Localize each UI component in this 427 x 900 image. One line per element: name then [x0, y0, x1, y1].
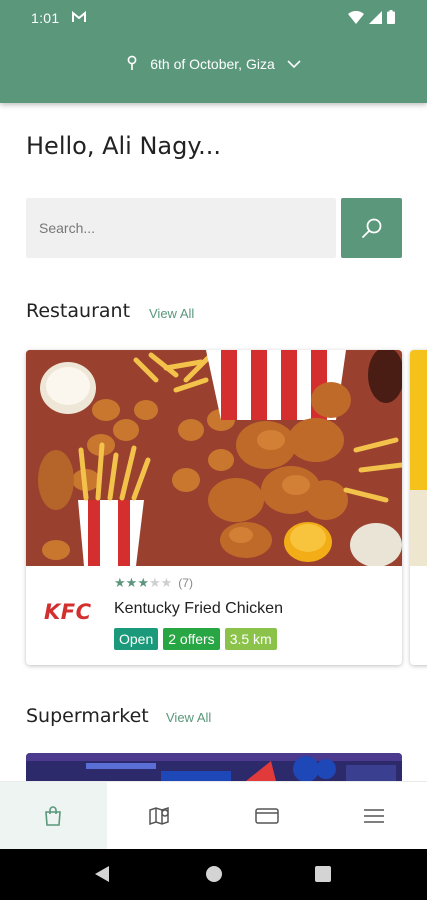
wifi-icon — [348, 10, 364, 24]
nav-map[interactable] — [107, 782, 214, 849]
status-time: 1:01 — [31, 10, 60, 26]
chevron-down-icon — [287, 56, 301, 72]
restaurant-card[interactable]: KFC ★★★★★ (7) Kentucky Fried Chicken Ope… — [26, 350, 402, 665]
recents-icon[interactable] — [315, 866, 331, 882]
signal-icon — [369, 10, 382, 24]
next-card-image — [410, 350, 427, 490]
gmail-icon — [72, 10, 86, 28]
offers-badge: 2 offers — [163, 628, 220, 650]
app-screen: 1:01 6th of October, Giza Hello, Ali Nag… — [0, 0, 427, 900]
location-label: 6th of October, Giza — [150, 56, 275, 72]
status-bar: 1:01 — [0, 0, 427, 36]
search-input[interactable] — [26, 198, 336, 258]
star-filled-icon: ★ — [137, 575, 149, 590]
star-row: ★★★★★ — [114, 575, 172, 591]
star-filled-icon: ★ — [114, 575, 126, 590]
home-icon[interactable] — [206, 866, 222, 882]
search-icon — [361, 218, 381, 238]
star-empty-icon: ★ — [148, 575, 161, 590]
supermarket-section-title: Supermarket — [26, 705, 149, 727]
bottom-navigation — [0, 781, 427, 849]
rating-stars: ★★★★★ (7) — [114, 575, 193, 591]
star-filled-icon: ★ — [125, 575, 138, 590]
restaurant-cover-image — [26, 350, 402, 566]
map-pin-icon — [149, 806, 169, 825]
search-button[interactable] — [341, 198, 402, 258]
android-nav-bar — [0, 849, 427, 900]
credit-card-icon — [255, 807, 279, 824]
hamburger-menu-icon — [363, 808, 384, 823]
next-card-image-lower — [410, 490, 427, 566]
kfc-logo: KFC — [44, 600, 92, 624]
restaurant-section-title: Restaurant — [26, 300, 131, 322]
star-empty-icon: ★ — [160, 575, 173, 590]
nav-cards[interactable] — [214, 782, 321, 849]
battery-icon — [387, 10, 395, 24]
rating-count: (7) — [178, 576, 193, 590]
next-restaurant-card[interactable] — [410, 350, 427, 665]
distance-badge: 3.5 km — [224, 628, 277, 650]
status-badge-open: Open — [114, 628, 159, 650]
greeting: Hello, Ali Nagy... — [26, 132, 222, 160]
location-selector[interactable]: 6th of October, Giza — [0, 52, 427, 76]
shopping-bag-icon — [45, 805, 62, 826]
back-icon[interactable] — [94, 865, 110, 883]
restaurant-badges: Open 2 offers 3.5 km — [114, 628, 277, 650]
restaurant-name: Kentucky Fried Chicken — [114, 600, 283, 617]
restaurant-view-all-link[interactable]: View All — [149, 306, 194, 321]
nav-shop[interactable] — [0, 782, 107, 849]
supermarket-cover-image[interactable] — [26, 753, 402, 781]
system-icons — [348, 10, 395, 24]
nav-menu[interactable] — [320, 782, 427, 849]
top-header: 1:01 6th of October, Giza — [0, 0, 427, 103]
supermarket-view-all-link[interactable]: View All — [166, 710, 211, 725]
location-pin-icon — [126, 55, 138, 74]
